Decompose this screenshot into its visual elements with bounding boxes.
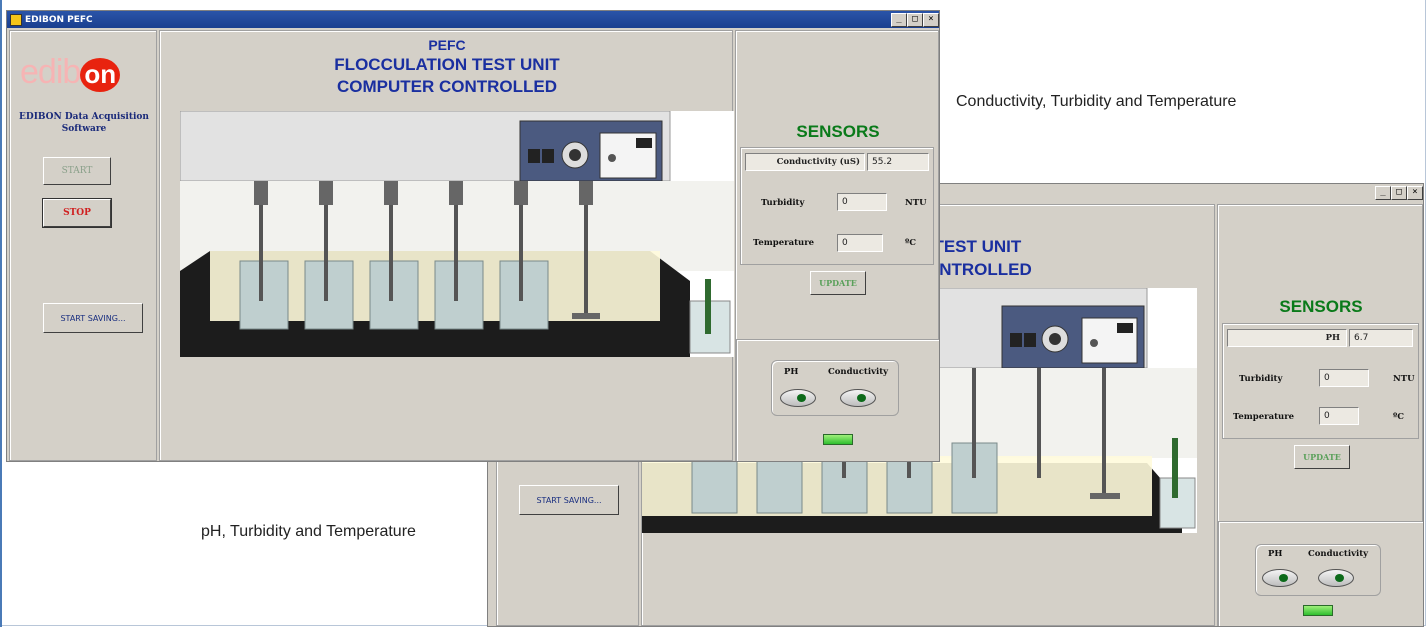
heading-line-3: ONTROLLED [926, 260, 1032, 279]
ph-switch-label: PH [1268, 549, 1283, 559]
window-title: EDIBON PEFC [25, 14, 93, 25]
temperature-value: 0 [1319, 407, 1359, 425]
temperature-label: Temperature [1233, 412, 1295, 422]
stop-button[interactable]: STOP [42, 198, 112, 228]
minimize-button[interactable]: _ [891, 13, 907, 27]
selector-panel: PH Conductivity [736, 339, 939, 461]
conductivity-switch-label: Conductivity [1308, 549, 1369, 559]
window-controls: _ □ × [1375, 186, 1423, 200]
logo-circle: on [80, 58, 121, 92]
logo-wordmark: edib [20, 53, 81, 91]
ph-switch-label: PH [784, 367, 799, 377]
window-controls: _ □ × [891, 13, 939, 27]
heading-line-1: PEFC [428, 37, 466, 53]
update-button[interactable]: UPDATE [810, 271, 866, 295]
start-saving-button[interactable]: START SAVING... [519, 485, 619, 515]
main-panel: PEFC FLOCCULATION TEST UNIT COMPUTER CON… [159, 30, 734, 461]
sensors-group: PH 6.7 Turbidity 0 NTU Temperature 0 ºC [1222, 323, 1419, 439]
minimize-button[interactable]: _ [1375, 186, 1391, 200]
temperature-unit: ºC [905, 238, 917, 248]
maximize-button[interactable]: □ [907, 13, 923, 27]
window-conductivity: EDIBON PEFC _ □ × edib on EDIBON Data Acq… [6, 10, 940, 462]
sensors-title: SENSORS [1279, 297, 1363, 316]
turbidity-unit: NTU [905, 198, 927, 208]
conductivity-label: Conductivity (uS) [745, 153, 865, 171]
apparatus-image [180, 111, 734, 357]
close-button[interactable]: × [1407, 186, 1423, 200]
ph-toggle[interactable] [1262, 569, 1298, 587]
edibon-logo: edib on [20, 53, 121, 92]
temperature-value: 0 [837, 234, 883, 252]
app-icon [10, 13, 22, 26]
temperature-label: Temperature [753, 238, 815, 248]
sensors-group: Conductivity (uS) 55.2 Turbidity 0 NTU T… [740, 147, 934, 265]
right-panel: SENSORS PH 6.7 Turbidity 0 NTU Temperatu… [1217, 204, 1423, 626]
title-bar: EDIBON PEFC [7, 11, 939, 28]
heading-line-3: COMPUTER CONTROLLED [336, 77, 558, 96]
selector-group: PH Conductivity [771, 360, 899, 416]
conductivity-value: 55.2 [867, 153, 929, 171]
software-label: EDIBON Data Acquisition Software [19, 112, 149, 134]
caption-ph: pH, Turbidity and Temperature [201, 523, 416, 540]
left-accent-bar [0, 0, 2, 627]
ph-value: 6.7 [1349, 329, 1413, 347]
conductivity-toggle[interactable] [840, 389, 876, 407]
left-panel: edib on EDIBON Data Acquisition Software … [9, 30, 157, 461]
turbidity-label: Turbidity [1239, 374, 1283, 384]
selector-panel: PH Conductivity [1218, 521, 1423, 626]
sensors-title: SENSORS [796, 122, 880, 141]
temperature-unit: ºC [1393, 412, 1405, 422]
maximize-button[interactable]: □ [1391, 186, 1407, 200]
close-button[interactable]: × [923, 13, 939, 27]
selector-group: PH Conductivity [1255, 544, 1381, 596]
right-panel: SENSORS Conductivity (uS) 55.2 Turbidity… [735, 30, 939, 461]
turbidity-unit: NTU [1393, 374, 1415, 384]
status-led [1303, 605, 1333, 616]
conductivity-toggle[interactable] [1318, 569, 1354, 587]
flocculator-illustration [180, 111, 734, 357]
heading-line-2: FLOCCULATION TEST UNIT [334, 55, 560, 74]
start-button[interactable]: START [43, 157, 111, 185]
turbidity-value: 0 [837, 193, 887, 211]
ph-label: PH [1227, 329, 1347, 347]
update-button[interactable]: UPDATE [1294, 445, 1350, 469]
ph-toggle[interactable] [780, 389, 816, 407]
conductivity-switch-label: Conductivity [828, 367, 889, 377]
turbidity-value: 0 [1319, 369, 1369, 387]
start-saving-button[interactable]: START SAVING... [43, 303, 143, 333]
status-led [823, 434, 853, 445]
caption-conductivity: Conductivity, Turbidity and Temperature [956, 93, 1237, 110]
turbidity-label: Turbidity [761, 198, 805, 208]
